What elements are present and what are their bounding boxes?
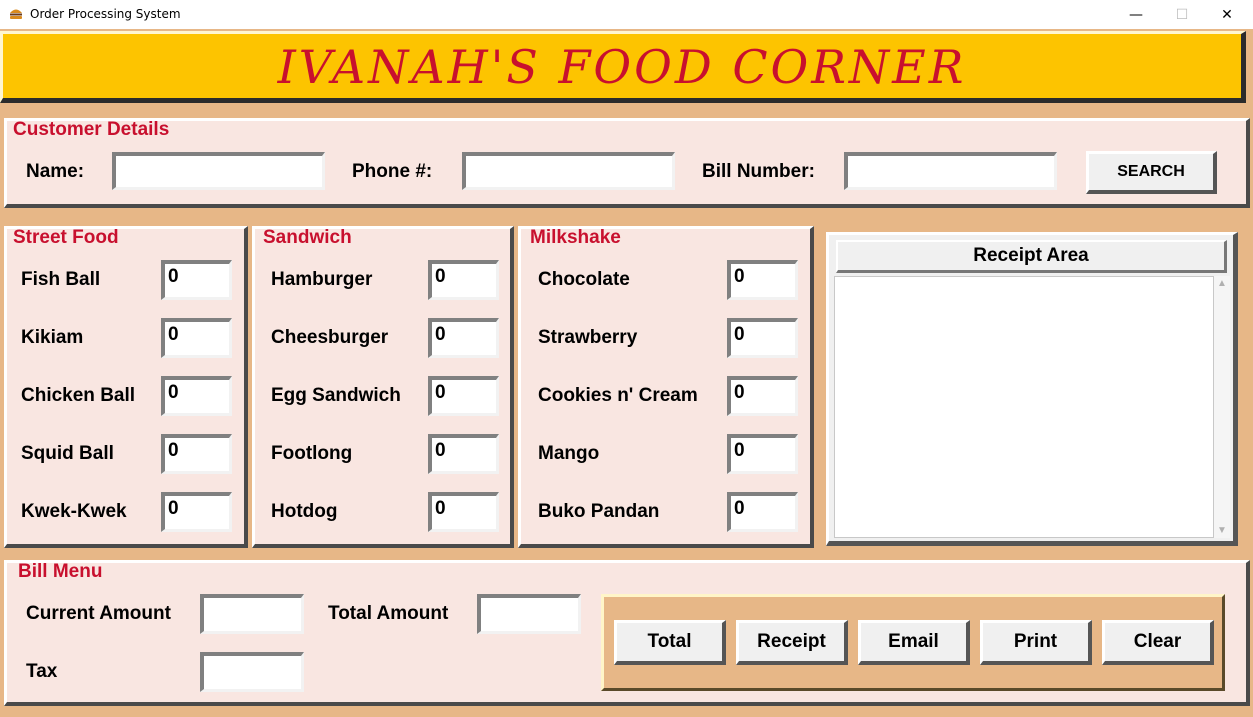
current-amount-input[interactable] [200,594,304,634]
cookies-n-cream-label: Cookies n' Cream [538,385,698,406]
close-button[interactable]: ✕ [1204,0,1250,29]
receipt-area-title: Receipt Area [836,240,1227,273]
kwek-kwek-qty-input[interactable]: 0 [161,492,232,532]
search-button[interactable]: SEARCH [1086,151,1217,194]
minimize-button[interactable]: — [1113,0,1159,29]
buko-pandan-label: Buko Pandan [538,501,660,522]
scroll-up-icon[interactable]: ▲ [1217,278,1227,289]
sandwich-title: Sandwich [263,227,352,248]
receipt-scrollbar[interactable]: ▲ ▼ [1214,276,1230,538]
milkshake-title: Milkshake [530,227,621,248]
maximize-button[interactable]: ☐ [1159,0,1205,29]
total-amount-label: Total Amount [328,603,449,624]
tax-input[interactable] [200,652,304,692]
strawberry-label: Strawberry [538,327,638,348]
fish-ball-label: Fish Ball [21,269,101,290]
street-food-title: Street Food [13,227,119,248]
window-title-bar: Order Processing System — ☐ ✕ [0,0,1253,29]
phone-input[interactable] [462,152,675,190]
chocolate-qty-input[interactable]: 0 [727,260,798,300]
egg-sandwich-qty-input[interactable]: 0 [428,376,499,416]
fish-ball-qty-input[interactable]: 0 [161,260,232,300]
strawberry-qty-input[interactable]: 0 [727,318,798,358]
email-button[interactable]: Email [858,620,970,665]
phone-label: Phone #: [352,161,433,182]
squid-ball-label: Squid Ball [21,443,114,464]
window-title: Order Processing System [30,7,181,21]
customer-details-title: Customer Details [13,119,170,140]
chocolate-label: Chocolate [538,269,630,290]
footlong-qty-input[interactable]: 0 [428,434,499,474]
receipt-button[interactable]: Receipt [736,620,848,665]
total-button[interactable]: Total [614,620,726,665]
hotdog-label: Hotdog [271,501,338,522]
bill-number-input[interactable] [844,152,1057,190]
mango-label: Mango [538,443,600,464]
footlong-label: Footlong [271,443,353,464]
hamburger-label: Hamburger [271,269,373,290]
cookies-n-cream-qty-input[interactable]: 0 [727,376,798,416]
clear-button[interactable]: Clear [1102,620,1214,665]
cheesburger-label: Cheesburger [271,327,389,348]
header-banner: IVANAH'S FOOD CORNER [0,31,1246,103]
chicken-ball-label: Chicken Ball [21,385,136,406]
kwek-kwek-label: Kwek-Kwek [21,501,127,522]
name-label: Name: [26,161,85,182]
cheesburger-qty-input[interactable]: 0 [428,318,499,358]
tax-label: Tax [26,661,58,682]
print-button[interactable]: Print [980,620,1092,665]
current-amount-label: Current Amount [26,603,171,624]
mango-qty-input[interactable]: 0 [727,434,798,474]
buko-pandan-qty-input[interactable]: 0 [727,492,798,532]
scroll-down-icon[interactable]: ▼ [1217,525,1227,536]
name-input[interactable] [112,152,325,190]
hotdog-qty-input[interactable]: 0 [428,492,499,532]
burger-icon [10,9,22,19]
chicken-ball-qty-input[interactable]: 0 [161,376,232,416]
bill-number-label: Bill Number: [702,161,815,182]
total-amount-input[interactable] [477,594,581,634]
bill-menu-title: Bill Menu [18,561,103,582]
egg-sandwich-label: Egg Sandwich [271,385,401,406]
kikiam-label: Kikiam [21,327,84,348]
app-title: IVANAH'S FOOD CORNER [277,40,967,94]
receipt-textarea[interactable] [834,276,1214,538]
squid-ball-qty-input[interactable]: 0 [161,434,232,474]
kikiam-qty-input[interactable]: 0 [161,318,232,358]
hamburger-qty-input[interactable]: 0 [428,260,499,300]
